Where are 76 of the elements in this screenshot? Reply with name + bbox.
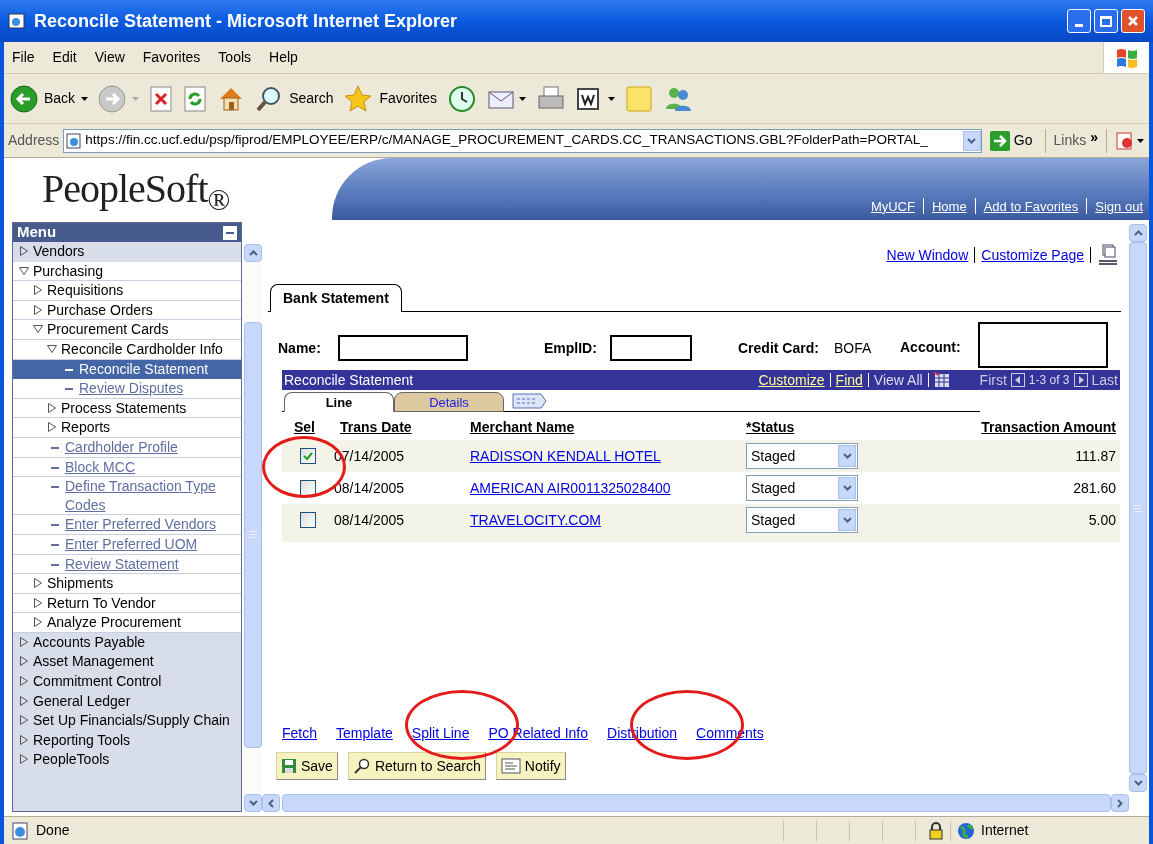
header-link[interactable]: Home <box>931 196 967 216</box>
column-header: *Status <box>746 417 795 437</box>
merchant-link[interactable]: AMERICAN AIR0011325028400 <box>470 477 671 499</box>
field-value: BOFA <box>834 338 873 358</box>
menu-bar-item[interactable]: View <box>94 47 125 68</box>
menu-item[interactable]: Review Disputes <box>13 379 241 399</box>
menu-item[interactable]: Define Transaction Type Codes <box>13 477 241 516</box>
table-cell-text: 111.87 <box>1075 446 1116 466</box>
menu-folder[interactable]: PeopleTools <box>33 750 110 770</box>
return-to-search-button[interactable]: Return to Search <box>347 752 486 780</box>
address-label: Address <box>8 131 60 150</box>
grid-title: Reconcile Statement <box>284 370 415 390</box>
menu-bar-item[interactable]: Help <box>269 47 298 68</box>
peoplesoft-logo: PeopleSoft$_{®}$ <box>42 169 230 209</box>
table-cell-text: 5.00 <box>1088 510 1116 530</box>
window-title: Reconcile Statement - Microsoft Internet Explorer <box>34 9 459 33</box>
menu-bar-item[interactable]: Tools <box>218 47 252 68</box>
menu-bar-item[interactable]: File <box>12 47 35 68</box>
status-text: Done <box>36 821 71 840</box>
menu-folder[interactable]: Asset Management <box>33 652 154 672</box>
table-cell-text: 281.60 <box>1073 478 1116 498</box>
address-field[interactable]: https://fin.cc.ucf.edu/psp/fiprod/EMPLOYEE/ERP/c/MANAGE_PROCUREMENT_CARDS.CC_TRANSACTIONS.GBL?FolderPath=PORTAL_ <box>63 128 982 153</box>
page-link[interactable]: New Window <box>886 244 969 266</box>
menu-bar-item[interactable]: Edit <box>52 47 77 68</box>
menu-item[interactable]: Enter Preferred Vendors <box>13 515 241 535</box>
status-dropdown[interactable]: Staged <box>746 475 858 501</box>
save-button[interactable]: Save <box>276 752 338 780</box>
page-tab[interactable]: Bank Statement <box>270 284 402 312</box>
menu-folder[interactable]: Commitment Control <box>33 672 162 691</box>
back-button[interactable]: Back <box>10 84 76 113</box>
action-link[interactable]: Split Line <box>411 723 470 744</box>
grid-link[interactable]: Find <box>835 369 863 391</box>
page-link[interactable]: Customize Page <box>981 244 1084 266</box>
field-label: EmplID: <box>544 338 598 358</box>
grid-tab[interactable]: Details <box>394 392 504 412</box>
grid-link[interactable]: Customize <box>758 369 825 391</box>
status-dropdown[interactable]: Staged <box>746 507 858 533</box>
menu-item[interactable]: Block MCC <box>13 457 241 478</box>
header-link[interactable]: Add to Favorites <box>983 196 1079 216</box>
action-link[interactable]: Template <box>336 723 393 744</box>
menu-bar-item[interactable]: Favorites <box>142 47 201 68</box>
menu-item[interactable]: Cardholder Profile <box>13 437 241 458</box>
search-button[interactable]: Search <box>255 84 334 113</box>
table-cell-text: 08/14/2005 <box>334 478 405 498</box>
column-header: Trans Date <box>340 417 412 437</box>
zone-text: Internet <box>981 821 1030 840</box>
column-header: Transaction Amount <box>981 417 1116 437</box>
favorites-button[interactable]: Favorites <box>343 83 438 114</box>
view-all-link[interactable]: View All <box>873 369 923 391</box>
row-count: 1-3 of 3 <box>1028 372 1070 389</box>
menu-folder[interactable]: Accounts Payable <box>33 632 146 652</box>
field-label: Name: <box>278 338 322 358</box>
column-header: Merchant Name <box>470 417 575 437</box>
selected-menu-item[interactable]: Reconcile Statement <box>13 359 241 380</box>
table-cell-text: 08/14/2005 <box>334 510 405 530</box>
notify-button[interactable]: Notify <box>495 752 566 780</box>
grid-tab[interactable]: Line <box>284 392 394 412</box>
header-link[interactable]: MyUCF <box>870 196 915 216</box>
action-link[interactable]: Fetch <box>282 723 317 744</box>
column-header: Sel <box>294 417 315 437</box>
go-button[interactable]: Go <box>985 130 1037 151</box>
menu-folder[interactable]: General Ledger <box>33 691 131 711</box>
menu-title: Menu <box>17 223 57 243</box>
menu-folder[interactable]: Reporting Tools <box>33 730 131 750</box>
header-link[interactable]: Sign out <box>1095 196 1143 216</box>
links-label[interactable]: Links <box>1053 130 1087 151</box>
field-label: Credit Card: <box>738 338 820 358</box>
last-link[interactable]: Last <box>1091 369 1118 391</box>
menu-item[interactable]: Enter Preferred UOM <box>13 534 241 555</box>
menu-folder[interactable]: Set Up Financials/Supply Chain <box>33 711 230 730</box>
menu-folder[interactable]: Vendors <box>33 242 85 261</box>
first-link[interactable]: First <box>979 369 1007 391</box>
field-label: Account: <box>900 338 962 357</box>
chevron[interactable]: » <box>1090 127 1098 148</box>
status-dropdown[interactable]: Staged <box>746 443 858 469</box>
menu-item[interactable]: Review Statement <box>13 554 241 575</box>
